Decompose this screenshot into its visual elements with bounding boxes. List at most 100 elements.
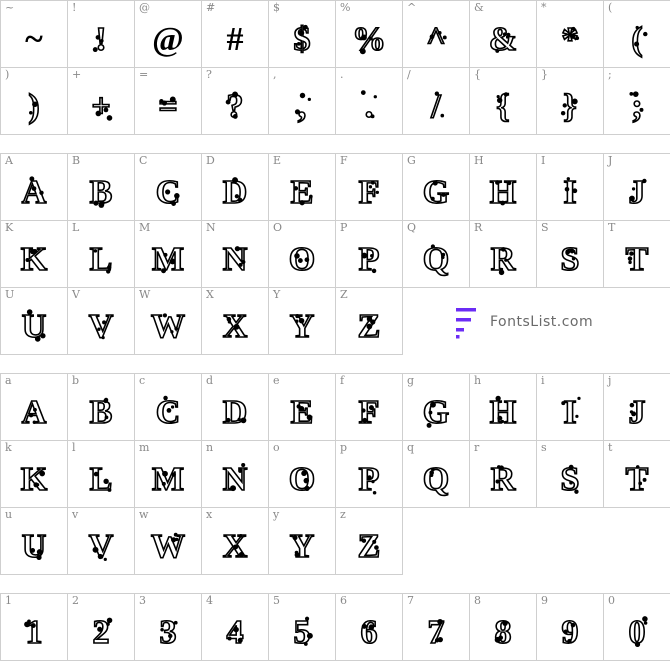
- glyph-sample: Z: [336, 302, 402, 352]
- fontslist-logo[interactable]: FontsList.com: [450, 306, 620, 340]
- glyph-sample: ,: [269, 82, 335, 132]
- glyph-character: !: [95, 21, 108, 58]
- glyph-key-label: u: [5, 508, 13, 521]
- glyph-character: 3: [159, 614, 178, 651]
- glyph-character: H: [489, 394, 517, 431]
- glyph-character: ?: [226, 88, 245, 125]
- glyph-cell: YY: [268, 287, 336, 355]
- glyph-cell: ,,: [268, 67, 336, 135]
- glyph-cell: AA: [0, 153, 68, 221]
- glyph-key-label: J: [608, 154, 613, 167]
- glyph-key-label: M: [139, 221, 151, 234]
- glyph-cell: ~ ~: [0, 0, 68, 68]
- glyph-cell: iI: [536, 373, 604, 441]
- glyph-sample: S: [537, 235, 603, 285]
- glyph-character: H: [489, 174, 517, 211]
- glyph-character: ~: [25, 21, 43, 58]
- glyph-key-label: k: [5, 441, 12, 454]
- glyph-cell: 99: [536, 593, 604, 661]
- glyph-cell: ??: [201, 67, 269, 135]
- glyph-sample: (: [604, 15, 670, 65]
- glyph-sample: &: [470, 15, 536, 65]
- glyph-sample: Y: [269, 302, 335, 352]
- glyph-sample: K: [1, 235, 67, 285]
- glyph-cell: TT: [603, 220, 670, 288]
- glyph-sample: A: [1, 388, 67, 438]
- glyph-key-label: Q: [407, 221, 417, 234]
- glyph-key-label: V: [72, 288, 80, 301]
- glyph-character: .: [364, 88, 374, 125]
- glyph-cell: FF: [335, 153, 403, 221]
- glyph-cell: ;;: [603, 67, 670, 135]
- glyph-sample: !: [68, 15, 134, 65]
- glyph-character: {: [495, 88, 510, 125]
- glyph-character: U: [21, 308, 47, 345]
- glyph-sample: J: [604, 168, 670, 218]
- glyph-character: X: [222, 308, 248, 345]
- glyph-key-label: *: [541, 1, 547, 14]
- glyph-sample: *: [537, 15, 603, 65]
- glyph-sample: D: [202, 388, 268, 438]
- glyph-key-label: ?: [206, 68, 212, 81]
- glyph-key-label: +: [72, 68, 82, 81]
- glyph-character: F: [358, 174, 380, 211]
- glyph-cell: tT: [603, 440, 670, 508]
- glyph-sample: 5: [269, 608, 335, 658]
- glyph-key-label: X: [206, 288, 214, 301]
- glyph-cell: gG: [402, 373, 470, 441]
- glyph-character: ): [28, 88, 41, 125]
- glyph-sample: K: [1, 455, 67, 505]
- glyph-character: D: [222, 174, 248, 211]
- glyph-cell: {{: [469, 67, 537, 135]
- glyph-sample: I: [537, 388, 603, 438]
- glyph-cell: LL: [67, 220, 135, 288]
- glyph-key-label: 2: [72, 594, 79, 607]
- glyph-character: P: [358, 241, 380, 278]
- glyph-cell: 77: [402, 593, 470, 661]
- glyph-sample: ;: [604, 82, 670, 132]
- glyph-character: W: [150, 308, 186, 345]
- glyph-character: O: [288, 241, 316, 278]
- glyph-cell: bB: [67, 373, 135, 441]
- glyph-cell: ^ ^: [402, 0, 470, 68]
- glyph-sample: F: [336, 168, 402, 218]
- glyph-character: D: [222, 394, 248, 431]
- glyph-key-label: i: [541, 374, 545, 387]
- glyph-cell: WW: [134, 287, 202, 355]
- glyph-sample: 3: [135, 608, 201, 658]
- glyph-sample: +: [68, 82, 134, 132]
- glyph-cell: ((: [603, 0, 670, 68]
- glyph-key-label: U: [5, 288, 15, 301]
- glyph-cell: nN: [201, 440, 269, 508]
- glyph-character: K: [20, 461, 48, 498]
- glyph-cell: 22: [67, 593, 135, 661]
- glyph-cell: @ @: [134, 0, 202, 68]
- glyph-sample: @: [135, 15, 201, 65]
- glyph-character: B: [89, 394, 113, 431]
- glyph-cell: zZ: [335, 507, 403, 575]
- glyph-character: X: [222, 528, 248, 565]
- glyph-cell: qQ: [402, 440, 470, 508]
- glyph-key-label: j: [608, 374, 612, 387]
- glyph-key-label: W: [139, 288, 151, 301]
- glyph-cell: oO: [268, 440, 336, 508]
- glyph-key-label: 7: [407, 594, 414, 607]
- glyph-character: 6: [360, 614, 379, 651]
- glyph-key-label: z: [340, 508, 346, 521]
- glyph-sample: 9: [537, 608, 603, 658]
- glyph-cell: wW: [134, 507, 202, 575]
- glyph-key-label: #: [206, 1, 216, 14]
- glyph-sample: V: [68, 302, 134, 352]
- glyph-cell: uU: [0, 507, 68, 575]
- glyph-cell: II: [536, 153, 604, 221]
- glyph-sample: C: [135, 388, 201, 438]
- glyph-cell: CC: [134, 153, 202, 221]
- glyph-key-label: 8: [474, 594, 481, 607]
- glyph-sample: M: [135, 455, 201, 505]
- glyph-cell: %%: [335, 0, 403, 68]
- glyph-character: R: [490, 461, 516, 498]
- glyph-cell: mM: [134, 440, 202, 508]
- glyph-key-label: Y: [273, 288, 281, 301]
- glyph-cell: kK: [0, 440, 68, 508]
- glyph-character: C: [155, 174, 181, 211]
